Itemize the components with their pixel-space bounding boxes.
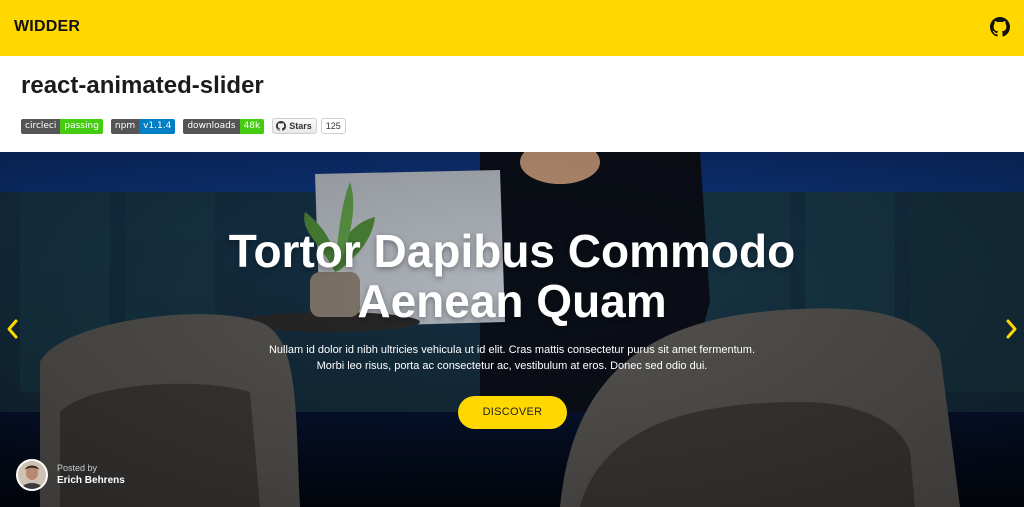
brand-logo[interactable]: WIDDER <box>14 18 80 36</box>
github-stars-widget: Stars 125 <box>272 118 346 134</box>
hero-slider: Tortor Dapibus Commodo Aenean Quam Nulla… <box>0 152 1024 507</box>
badge-value: passing <box>60 118 103 134</box>
badge-value: 48k <box>239 118 265 134</box>
top-bar: WIDDER <box>0 0 1024 56</box>
github-icon <box>276 121 287 131</box>
github-star-label: Stars <box>289 121 312 131</box>
circleci-badge[interactable]: circleci passing <box>21 118 103 134</box>
slide-description: Nullam id dolor id nibh ultricies vehicu… <box>0 342 1024 374</box>
github-icon[interactable] <box>990 17 1010 37</box>
github-star-button[interactable]: Stars <box>272 118 317 134</box>
chevron-left-icon[interactable] <box>5 318 19 340</box>
github-star-count[interactable]: 125 <box>320 118 346 134</box>
badge-label: downloads <box>183 118 240 134</box>
slide-title: Tortor Dapibus Commodo Aenean Quam <box>0 226 1024 326</box>
author-info: Posted by Erich Behrens <box>16 459 125 491</box>
slide-description-line: Morbi leo risus, porta ac consectetur ac… <box>316 360 708 372</box>
author-photo <box>18 461 46 489</box>
slide-title-line: Tortor Dapibus Commodo <box>228 225 796 277</box>
author-meta: Posted by Erich Behrens <box>57 462 125 488</box>
discover-button[interactable]: DISCOVER <box>458 396 567 429</box>
downloads-badge[interactable]: downloads 48k <box>183 118 265 134</box>
slide-overlay <box>0 152 1024 507</box>
badge-row: circleci passing npm v1.1.4 downloads 48… <box>21 118 346 134</box>
badge-label: circleci <box>21 118 61 134</box>
slide-title-line: Aenean Quam <box>357 275 667 327</box>
repo-header: react-animated-slider circleci passing n… <box>0 56 1024 152</box>
badge-value: v1.1.4 <box>139 118 176 134</box>
slide-description-line: Nullam id dolor id nibh ultricies vehicu… <box>268 344 756 356</box>
page-title: react-animated-slider <box>21 72 264 99</box>
posted-by-label: Posted by <box>57 463 98 473</box>
badge-label: npm <box>110 118 140 134</box>
npm-badge[interactable]: npm v1.1.4 <box>110 118 176 134</box>
avatar <box>16 459 48 491</box>
author-name: Erich Behrens <box>57 475 125 486</box>
chevron-right-icon[interactable] <box>1005 318 1019 340</box>
